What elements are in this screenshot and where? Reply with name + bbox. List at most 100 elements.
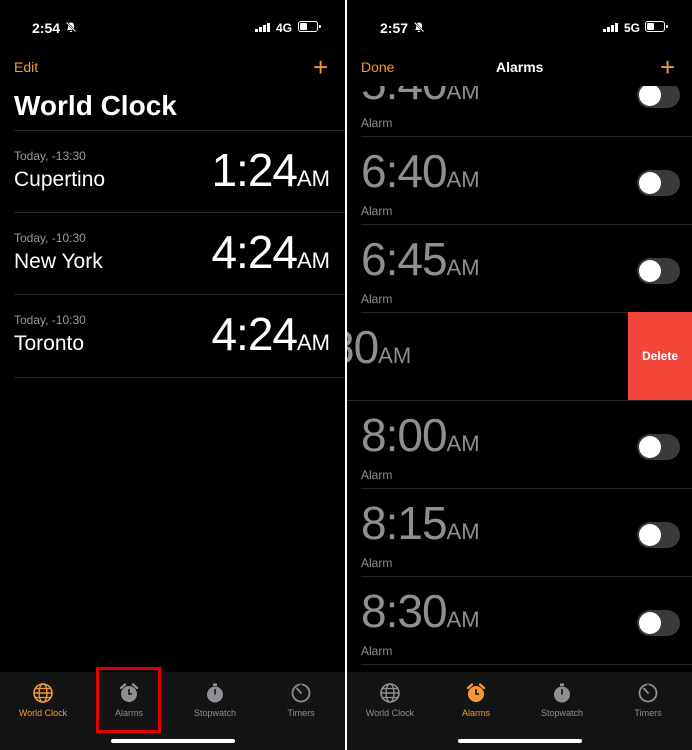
alarm-list[interactable]: 5:40AM Alarm 6:40AM Alarm 6:45AM Alarm 8… xyxy=(347,86,692,672)
alarm-time: 8:00AM xyxy=(361,408,480,462)
clock-ampm: AM xyxy=(297,248,330,273)
tab-world-clock[interactable]: World Clock xyxy=(347,682,433,718)
tab-label: Stopwatch xyxy=(193,708,237,718)
alarm-time: 6:40AM xyxy=(361,144,480,198)
tab-label: World Clock xyxy=(365,708,415,718)
add-alarm-button[interactable]: + xyxy=(660,52,675,83)
time-offset: Today, -10:30 xyxy=(14,313,86,327)
alarm-label: Alarm xyxy=(361,468,393,482)
battery-icon xyxy=(298,21,321,32)
city-name: Toronto xyxy=(14,332,85,355)
edit-button[interactable]: Edit xyxy=(14,59,38,75)
alarm-toggle[interactable] xyxy=(637,610,680,636)
signal-icon xyxy=(603,22,618,32)
alarm-row[interactable]: 5:40AM Alarm xyxy=(361,86,692,137)
alarm-row[interactable]: 6:40AM Alarm xyxy=(361,136,692,225)
globe-icon xyxy=(33,683,53,703)
timer-icon xyxy=(638,683,658,703)
alarm-time-value: 80 xyxy=(347,321,379,373)
clock-ampm: AM xyxy=(297,330,330,355)
status-bar: 2:54 4G xyxy=(0,0,345,52)
world-clock-screen: 2:54 4G Edit + World Clock Today, -13:30… xyxy=(0,0,345,750)
world-clock-row[interactable]: Today, -10:30 Toronto 4:24AM xyxy=(14,294,345,378)
tab-label: Timers xyxy=(634,708,662,718)
alarm-row[interactable]: 8:15AM Alarm xyxy=(361,488,692,577)
alarm-time: 80AM xyxy=(347,320,411,374)
alarm-clock-icon xyxy=(466,683,486,702)
timer-icon xyxy=(291,683,311,703)
alarm-time-value: 6:45 xyxy=(361,233,448,285)
alarm-label: Alarm xyxy=(361,204,393,218)
alarm-row[interactable]: 8:00AM Alarm xyxy=(361,400,692,489)
alarm-ampm: AM xyxy=(446,607,480,632)
page-title: Alarms xyxy=(496,59,544,75)
alarm-time-value: 5:40 xyxy=(361,86,448,109)
alarm-time-value: 6:40 xyxy=(361,145,448,197)
alarm-time: 8:30AM xyxy=(361,584,480,638)
alarm-row[interactable]: 8:30AM Alarm xyxy=(361,576,692,665)
clock-time: 4:24AM xyxy=(211,225,330,279)
alarm-ampm: AM xyxy=(378,343,412,368)
alarm-row-swiped[interactable]: 80AM Delete xyxy=(347,312,692,401)
alarm-toggle[interactable] xyxy=(637,86,680,108)
time-offset: Today, -13:30 xyxy=(14,149,86,163)
alarm-ampm: AM xyxy=(446,519,480,544)
delete-button[interactable]: Delete xyxy=(628,312,692,400)
network-type: 4G xyxy=(276,21,293,35)
tab-world-clock[interactable]: World Clock xyxy=(0,682,86,718)
home-indicator[interactable] xyxy=(110,739,235,743)
world-clock-row[interactable]: Today, -10:30 New York 4:24AM xyxy=(14,212,345,295)
clock-time-value: 4:24 xyxy=(211,226,298,278)
tab-timers[interactable]: Timers xyxy=(258,682,344,718)
city-name: Cupertino xyxy=(14,168,106,191)
add-clock-button[interactable]: + xyxy=(313,52,328,83)
alarm-time-value: 8:00 xyxy=(361,409,448,461)
silent-bell-icon xyxy=(65,21,77,33)
alarm-toggle[interactable] xyxy=(637,258,680,284)
clock-time-value: 4:24 xyxy=(211,308,298,360)
tab-stopwatch[interactable]: Stopwatch xyxy=(519,682,605,718)
tab-label: Timers xyxy=(287,708,315,718)
done-button[interactable]: Done xyxy=(361,59,394,75)
clock-ampm: AM xyxy=(297,166,330,191)
page-title: World Clock xyxy=(14,90,177,121)
network-type: 5G xyxy=(624,21,641,35)
signal-icon xyxy=(255,22,270,32)
alarm-row[interactable]: 6:45AM Alarm xyxy=(361,224,692,313)
status-time: 2:54 xyxy=(32,20,61,36)
tab-bar: World Clock Alarms Stopwatch Timers xyxy=(0,672,345,750)
home-indicator[interactable] xyxy=(457,739,582,743)
stopwatch-icon xyxy=(207,683,223,703)
tab-label: Stopwatch xyxy=(540,708,584,718)
status-bar: 2:57 5G xyxy=(347,0,692,52)
alarm-time: 8:15AM xyxy=(361,496,480,550)
battery-icon xyxy=(645,21,668,32)
clock-time: 1:24AM xyxy=(211,143,330,197)
city-name: New York xyxy=(14,250,103,273)
clock-time-value: 1:24 xyxy=(211,144,298,196)
alarms-tab-highlight xyxy=(96,667,161,733)
alarm-time: 6:45AM xyxy=(361,232,480,286)
alarm-time-value: 8:30 xyxy=(361,585,448,637)
alarm-label: Alarm xyxy=(361,644,393,658)
alarm-toggle[interactable] xyxy=(637,434,680,460)
tab-timers[interactable]: Timers xyxy=(605,682,691,718)
tab-label: Alarms xyxy=(461,708,490,718)
alarm-time: 5:40AM xyxy=(361,86,480,110)
alarm-toggle[interactable] xyxy=(637,522,680,548)
time-offset: Today, -10:30 xyxy=(14,231,86,245)
alarm-toggle[interactable] xyxy=(637,170,680,196)
globe-icon xyxy=(380,683,400,703)
alarm-ampm: AM xyxy=(446,255,480,280)
alarm-label: Alarm xyxy=(361,292,393,306)
stopwatch-icon xyxy=(554,683,570,703)
tab-label: World Clock xyxy=(18,708,68,718)
tab-bar: World Clock Alarms Stopwatch Timers xyxy=(347,672,692,750)
tab-stopwatch[interactable]: Stopwatch xyxy=(172,682,258,718)
world-clock-row[interactable]: Today, -13:30 Cupertino 1:24AM xyxy=(14,130,345,213)
alarm-ampm: AM xyxy=(446,86,480,104)
tab-alarms[interactable]: Alarms xyxy=(433,682,519,718)
silent-bell-icon xyxy=(413,21,425,33)
alarm-ampm: AM xyxy=(446,167,480,192)
alarm-label: Alarm xyxy=(361,116,393,130)
